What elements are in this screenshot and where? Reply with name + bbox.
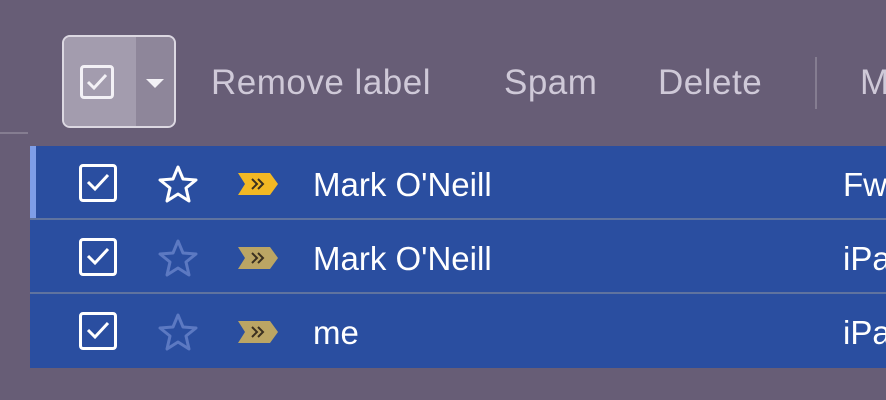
delete-button[interactable]: Delete [658, 63, 762, 103]
star-icon [158, 239, 198, 277]
remove-label-button[interactable]: Remove label [211, 63, 431, 103]
checkbox-checked-icon [86, 321, 110, 340]
importance-marker-icon [238, 247, 278, 269]
select-all-checkbox-button[interactable] [64, 37, 136, 126]
row-subject: iPa [843, 240, 886, 277]
checkbox-checked-icon [80, 65, 114, 99]
importance-marker-icon [238, 173, 278, 195]
row-sender: Mark O'Neill [313, 166, 492, 203]
importance-marker-button[interactable] [236, 319, 280, 350]
checkbox-checked-icon [86, 173, 110, 192]
toolbar: Remove label Spam Delete M [0, 0, 886, 140]
caret-down-icon [146, 79, 164, 88]
email-list: Mark O'Neill Fw Mark O'Neill iPa me iPa [30, 146, 886, 368]
row-sender: Mark O'Neill [313, 240, 492, 277]
star-icon [158, 313, 198, 351]
row-subject: iPa [843, 314, 886, 351]
toolbar-divider-line [0, 132, 28, 134]
star-button[interactable] [158, 239, 198, 282]
email-row[interactable]: Mark O'Neill iPa [30, 220, 886, 294]
select-all-group [62, 35, 176, 128]
star-icon [158, 165, 198, 203]
row-subject: Fw [843, 166, 886, 203]
row-checkbox[interactable] [79, 238, 117, 276]
star-button[interactable] [158, 165, 198, 208]
star-button[interactable] [158, 313, 198, 356]
row-checkbox[interactable] [79, 312, 117, 350]
toolbar-divider [815, 57, 817, 109]
importance-marker-button[interactable] [236, 245, 280, 276]
email-row[interactable]: me iPa [30, 294, 886, 368]
importance-marker-button[interactable] [236, 171, 280, 202]
spam-button[interactable]: Spam [504, 63, 597, 103]
more-button-truncated[interactable]: M [860, 63, 886, 103]
email-row[interactable]: Mark O'Neill Fw [30, 146, 886, 220]
select-menu-button[interactable] [136, 37, 174, 126]
row-sender: me [313, 314, 359, 351]
importance-marker-icon [238, 321, 278, 343]
row-checkbox[interactable] [79, 164, 117, 202]
checkbox-checked-icon [86, 247, 110, 266]
